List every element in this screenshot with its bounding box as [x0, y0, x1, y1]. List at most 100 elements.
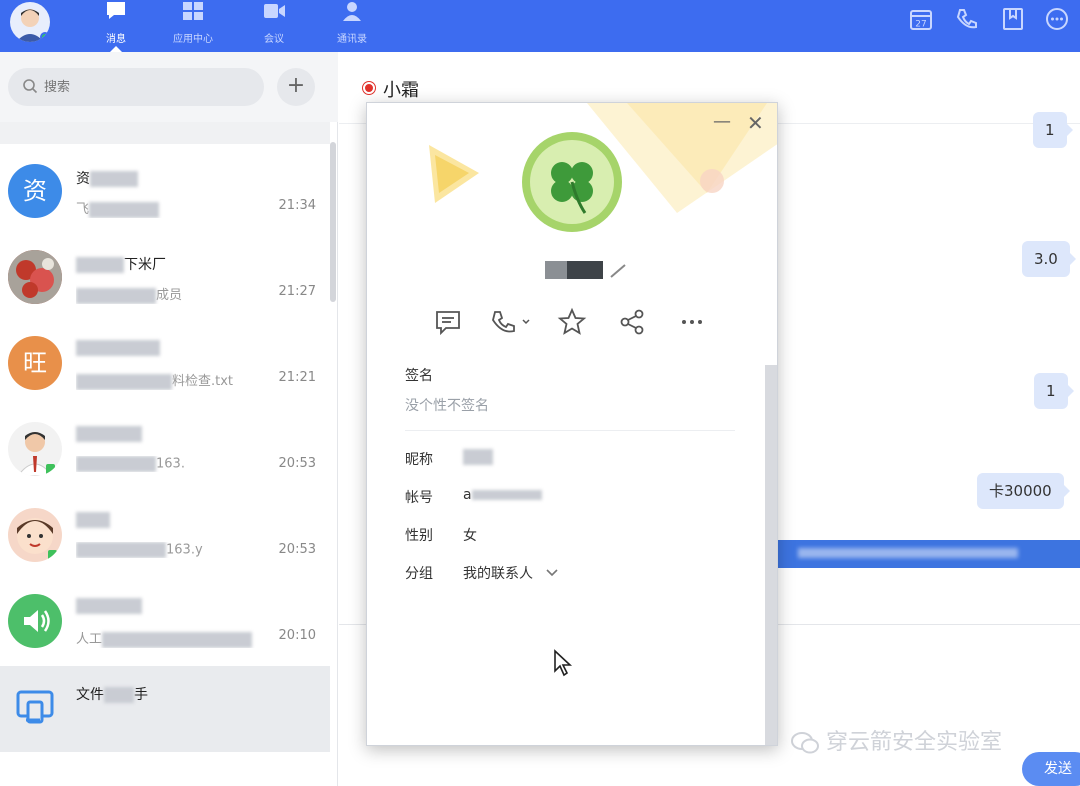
- name-text: 资: [76, 171, 90, 187]
- list-item[interactable]: 人工 20:10: [0, 580, 330, 666]
- sidebar-scrollbar[interactable]: [330, 142, 336, 302]
- tab-label: 通讯录: [337, 34, 367, 45]
- profile-actions: [433, 307, 703, 337]
- preview-text: 成员: [156, 288, 183, 303]
- redacted-text: [89, 201, 160, 218]
- message-bubble[interactable]: 1: [1033, 112, 1073, 148]
- avatar: [8, 508, 62, 562]
- conversation-name: 下米厂: [76, 254, 166, 274]
- call-icon[interactable]: [489, 307, 531, 337]
- tab-label: 应用中心: [173, 34, 213, 45]
- redacted-text: [76, 287, 156, 304]
- redacted-text: [76, 598, 142, 614]
- list-item[interactable]: 下米厂 成员 21:27: [0, 236, 330, 322]
- redacted-text: [76, 257, 124, 273]
- tab-messages[interactable]: 消息: [86, 0, 146, 52]
- signature-label: 签名: [405, 368, 433, 384]
- minimize-button[interactable]: —: [713, 113, 731, 133]
- preview-text: 163.: [156, 456, 185, 472]
- conversation-sidebar: + 资 资 飞 21:34 下米厂 成员 21:27 旺 料: [0, 52, 338, 786]
- tab-label: 会议: [264, 34, 284, 45]
- avatar: [8, 422, 62, 476]
- apps-icon: [183, 2, 203, 20]
- send-button[interactable]: 发送: [1022, 752, 1080, 786]
- popup-scrollbar[interactable]: [765, 365, 777, 745]
- group-select[interactable]: 我的联系人: [463, 563, 559, 583]
- more-icon[interactable]: [677, 307, 707, 337]
- list-item[interactable]: 资 资 飞 21:34: [0, 150, 330, 236]
- conversation-name: 文件 手: [76, 684, 148, 704]
- list-item[interactable]: 文件 手: [0, 666, 330, 752]
- preview-text: 料检查.txt: [172, 374, 234, 389]
- my-avatar[interactable]: [10, 2, 50, 42]
- conversation-name: [76, 598, 142, 614]
- name-text: 下米厂: [124, 257, 166, 273]
- nickname-value: [463, 449, 493, 465]
- tab-label: 消息: [106, 34, 126, 45]
- status-dot: [363, 82, 375, 94]
- nickname-label: 昵称: [405, 452, 433, 468]
- message-bubble[interactable]: 卡30000: [977, 473, 1070, 509]
- avatar: 旺: [8, 336, 62, 390]
- video-icon: [264, 4, 285, 18]
- conversation-list: 资 资 飞 21:34 下米厂 成员 21:27 旺 料检查.txt 21:21: [0, 122, 338, 786]
- redacted-text: [463, 449, 493, 465]
- name-text: 文件: [76, 687, 104, 703]
- add-button[interactable]: +: [277, 68, 315, 106]
- account-value: a: [463, 487, 542, 503]
- list-item[interactable]: 旺 料检查.txt 21:21: [0, 322, 330, 408]
- calendar-icon[interactable]: 27: [908, 6, 934, 32]
- bookmark-icon[interactable]: [1000, 6, 1026, 32]
- message-bubble[interactable]: 3.0: [1022, 241, 1076, 277]
- chat-icon: [107, 2, 125, 19]
- file-transfer-icon: [16, 690, 54, 724]
- tab-contacts[interactable]: 通讯录: [322, 0, 382, 52]
- search-icon: [23, 79, 38, 94]
- conversation-name: [76, 512, 110, 528]
- flower-photo-icon: [8, 250, 62, 304]
- list-item[interactable]: 163. 20:53: [0, 408, 330, 494]
- redacted-text: [76, 542, 166, 558]
- message-preview: 飞: [76, 198, 266, 218]
- tab-meeting[interactable]: 会议: [244, 0, 304, 52]
- star-icon[interactable]: [557, 307, 587, 337]
- search-box[interactable]: [8, 68, 264, 106]
- group-label: 分组: [405, 566, 433, 582]
- redacted-text: [76, 512, 110, 528]
- conversation-name: 资: [76, 168, 138, 188]
- message-preview: 成员: [76, 284, 266, 304]
- list-item[interactable]: 163.y 20:53: [0, 494, 330, 580]
- message-time: 20:53: [278, 542, 316, 557]
- redacted-text: [90, 171, 138, 187]
- conversation-name: [76, 426, 142, 442]
- redacted-text: [798, 548, 1018, 558]
- more-icon[interactable]: [1044, 6, 1070, 32]
- watermark-text: 穿云箭安全实验室: [826, 730, 1003, 755]
- preview-text: 人工: [76, 632, 103, 647]
- search-input[interactable]: [44, 77, 244, 97]
- message-time: 20:53: [278, 456, 316, 471]
- close-button[interactable]: ✕: [747, 113, 764, 133]
- chat-title[interactable]: 小霜: [383, 76, 419, 102]
- redacted-text: [76, 426, 142, 442]
- selected-message-strip[interactable]: [778, 540, 1080, 568]
- top-navigation-bar: 消息 应用中心 会议 通讯录 27: [0, 0, 1080, 52]
- message-bubble[interactable]: 1: [1034, 373, 1074, 409]
- profile-card-popup: — ✕ 签名 没个性不签名 昵称 帐号 a 性别 女 分组 我的联系人: [366, 102, 778, 746]
- message-icon[interactable]: [433, 307, 463, 337]
- preview-text: 163.y: [166, 542, 203, 558]
- redacted-name: [545, 261, 626, 279]
- message-time: 21:21: [278, 370, 316, 385]
- message-preview: 料检查.txt: [76, 370, 266, 390]
- calendar-day: 27: [915, 20, 926, 30]
- preview-text: 飞: [76, 202, 90, 217]
- redacted-text: [76, 340, 160, 356]
- list-item[interactable]: [0, 122, 330, 144]
- decorative-triangle: [429, 145, 479, 203]
- signature-value: 没个性不签名: [405, 398, 489, 414]
- redacted-text: [104, 687, 134, 703]
- phone-settings-icon[interactable]: [954, 6, 980, 32]
- contacts-icon: [343, 2, 361, 21]
- share-icon[interactable]: [617, 307, 647, 337]
- tab-app-center[interactable]: 应用中心: [163, 0, 223, 52]
